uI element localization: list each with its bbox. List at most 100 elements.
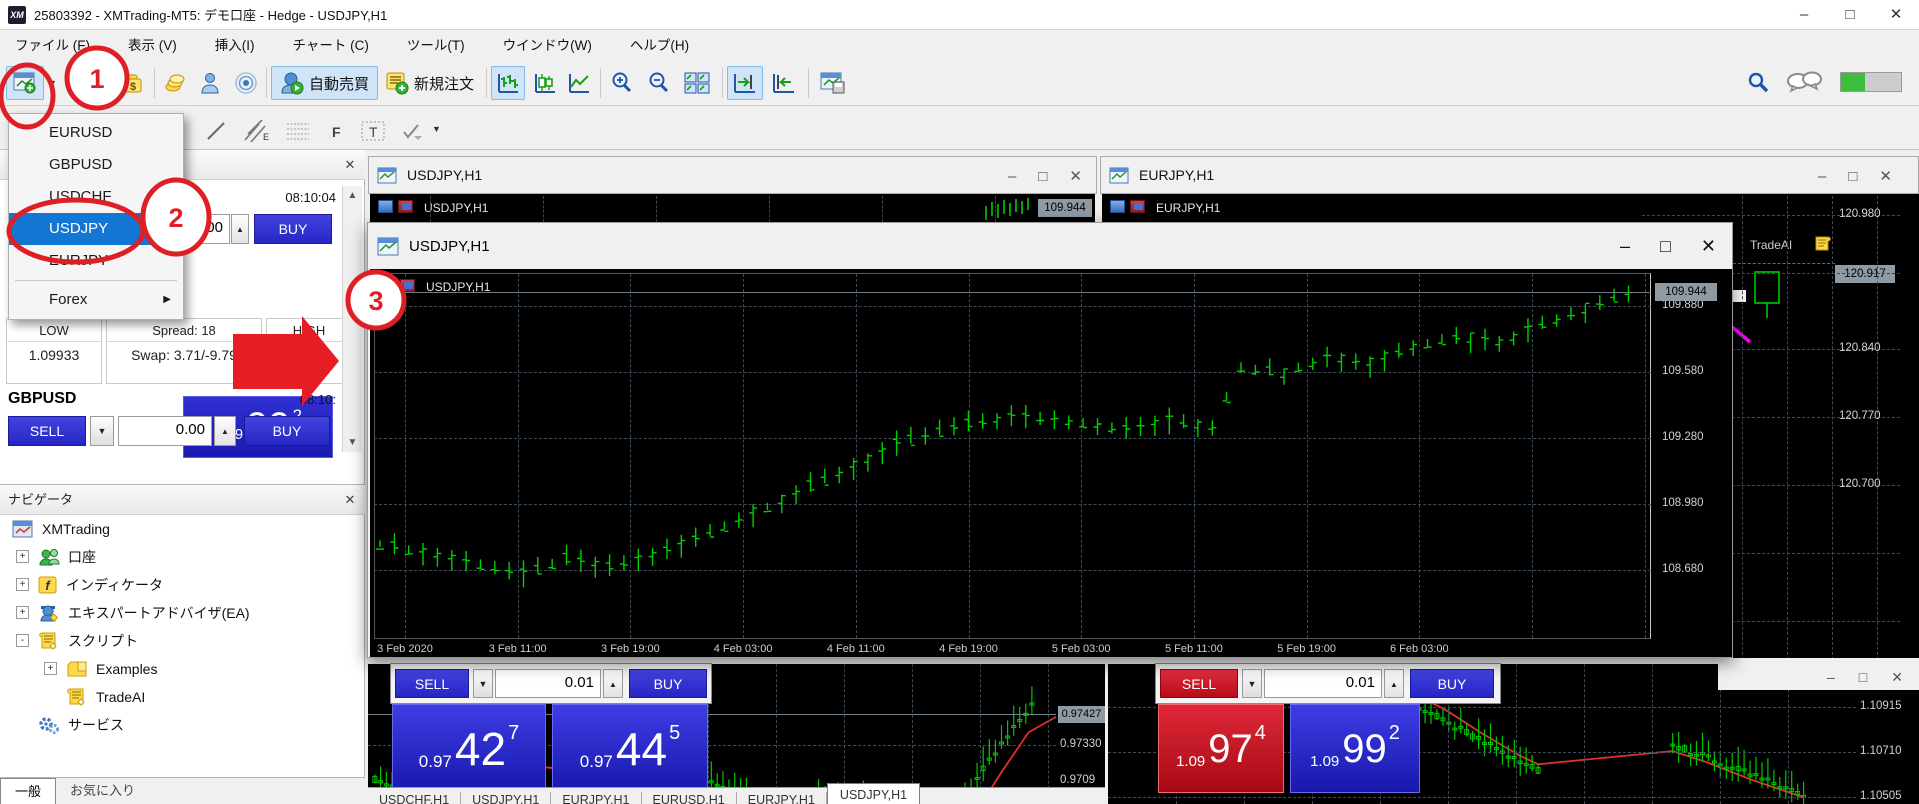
- grid-tool-button[interactable]: [280, 114, 316, 148]
- save-chart-icon[interactable]: [1130, 200, 1145, 213]
- maximize-icon[interactable]: □: [1827, 0, 1873, 30]
- maximize-icon[interactable]: □: [1859, 669, 1867, 685]
- menu-item[interactable]: チャート (C): [293, 34, 369, 54]
- tree-expander-icon[interactable]: +: [16, 550, 29, 563]
- community-button[interactable]: [194, 66, 226, 100]
- text-tool-button[interactable]: T: [356, 114, 390, 148]
- volume-input[interactable]: 0.01: [1264, 669, 1382, 698]
- new-chart-button[interactable]: [6, 66, 44, 100]
- minimize-icon[interactable]: –: [1818, 168, 1826, 185]
- signals-button[interactable]: [229, 66, 263, 100]
- menu-item[interactable]: ウインドウ(W): [503, 34, 592, 54]
- close-icon[interactable]: ✕: [1879, 167, 1892, 185]
- tile-windows-button[interactable]: [679, 66, 715, 100]
- candlestick-mode-button[interactable]: [528, 66, 562, 100]
- tree-expander-icon[interactable]: +: [16, 578, 29, 591]
- navigator-tab[interactable]: お気に入り: [56, 778, 149, 804]
- sell-price-display[interactable]: 1.09974: [1158, 704, 1284, 793]
- volume-input[interactable]: 0.00: [118, 416, 212, 446]
- volume-up-stepper[interactable]: ▲: [1384, 669, 1404, 698]
- navigator-item--ea-[interactable]: エキスパートアドバイザ(EA): [38, 599, 378, 627]
- scroll-up-icon[interactable]: ▲: [343, 186, 362, 201]
- symbol-menu-item[interactable]: EURJPY: [9, 245, 183, 277]
- new-chart-dropdown-caret[interactable]: ▼: [48, 78, 57, 88]
- close-icon[interactable]: ✕: [1873, 0, 1919, 30]
- buy-button[interactable]: BUY: [254, 214, 332, 244]
- profile-button[interactable]: [62, 66, 98, 100]
- chat-button[interactable]: [1784, 66, 1824, 100]
- autotrade-button[interactable]: 自動売買: [271, 66, 378, 100]
- objects-tool-button[interactable]: [395, 114, 429, 148]
- market-watch-close-icon[interactable]: ✕: [341, 150, 359, 180]
- buy-button[interactable]: BUY: [629, 669, 707, 698]
- minimize-icon[interactable]: –: [1620, 236, 1630, 257]
- sell-button[interactable]: SELL: [395, 669, 469, 698]
- symbol-menu-item[interactable]: GBPUSD: [9, 149, 183, 181]
- history-center-button[interactable]: [159, 66, 191, 100]
- menu-item[interactable]: ツール(T): [407, 34, 465, 54]
- sell-price-display[interactable]: 0.97427: [392, 704, 546, 793]
- buy-price-display[interactable]: 1.09992: [1290, 704, 1420, 793]
- save-chart-icon[interactable]: [400, 279, 415, 292]
- tree-expander-icon[interactable]: +: [44, 662, 57, 675]
- new-order-button[interactable]: 新規注文: [376, 66, 483, 100]
- floating-window-titlebar[interactable]: USDJPY,H1 –□✕: [368, 223, 1732, 269]
- scroll-down-icon[interactable]: ▼: [343, 437, 362, 448]
- docked-eurjpy-window-titlebar[interactable]: EURJPY,H1 –□✕: [1100, 156, 1919, 194]
- menu-item[interactable]: ヘルプ(H): [630, 34, 689, 54]
- symbol-menu-forex[interactable]: Forex▶: [9, 284, 183, 316]
- line-chart-mode-button[interactable]: [562, 66, 596, 100]
- minimize-icon[interactable]: –: [1781, 0, 1827, 30]
- depth-of-market-icon[interactable]: [1110, 200, 1125, 213]
- minimize-icon[interactable]: –: [1827, 669, 1835, 685]
- save-chart-icon[interactable]: [398, 200, 413, 213]
- tree-expander-icon[interactable]: +: [16, 606, 29, 619]
- chart-tab[interactable]: USDJPY,H1: [461, 792, 551, 804]
- chart-tab[interactable]: USDJPY,H1: [827, 783, 920, 804]
- fibonacci-tool-button[interactable]: F: [322, 114, 352, 148]
- channel-tool-button[interactable]: E: [238, 114, 274, 148]
- depth-of-market-icon[interactable]: [378, 200, 393, 213]
- close-icon[interactable]: ✕: [1701, 236, 1716, 257]
- navigator-item-tradeai[interactable]: TradeAI: [66, 683, 406, 711]
- chart-tab[interactable]: EURJPY,H1: [737, 792, 827, 804]
- menu-item[interactable]: ファイル (F): [15, 34, 90, 54]
- navigator-item-xmtrading[interactable]: XMTrading: [12, 515, 352, 543]
- depth-of-market-icon[interactable]: [380, 279, 395, 292]
- navigator-item--[interactable]: 口座: [38, 543, 378, 571]
- minimize-icon[interactable]: –: [1008, 168, 1016, 185]
- navigator-item--[interactable]: fインディケータ: [38, 571, 378, 599]
- volume-input[interactable]: 0.01: [495, 669, 601, 698]
- symbol-menu-item[interactable]: USDJPY: [9, 213, 183, 245]
- menu-item[interactable]: 挿入(I): [215, 34, 255, 54]
- volume-up-stepper[interactable]: ▲: [603, 669, 623, 698]
- close-icon[interactable]: ✕: [1891, 669, 1903, 686]
- navigator-item--[interactable]: サービス: [38, 711, 378, 739]
- zoom-out-button[interactable]: [642, 66, 676, 100]
- chart-tab[interactable]: EURJPY,H1: [551, 792, 641, 804]
- volume-up-stepper[interactable]: ▲: [231, 214, 249, 244]
- profile-dropdown-caret[interactable]: ▼: [101, 78, 110, 88]
- maximize-icon[interactable]: □: [1038, 168, 1047, 185]
- navigator-close-icon[interactable]: ✕: [341, 485, 359, 515]
- chart-tab[interactable]: USDCHF,H1: [368, 792, 461, 804]
- volume-dropdown[interactable]: ▼: [1242, 669, 1262, 698]
- symbol-menu-item[interactable]: USDCHF: [9, 181, 183, 213]
- volume-dropdown[interactable]: ▼: [473, 669, 493, 698]
- buy-button[interactable]: BUY: [244, 416, 330, 446]
- chart-shift-button[interactable]: [766, 66, 802, 100]
- maximize-icon[interactable]: □: [1660, 236, 1671, 257]
- zoom-in-button[interactable]: [605, 66, 639, 100]
- market-watch-scrollbar[interactable]: ▲ ▼: [342, 186, 362, 452]
- profiles-button[interactable]: $: [113, 66, 149, 100]
- sell-button[interactable]: SELL: [1160, 669, 1238, 698]
- docked-usdjpy-window-titlebar[interactable]: USDJPY,H1 –□✕: [368, 156, 1097, 194]
- floating-usdjpy-window[interactable]: USDJPY,H1 –□✕ 109.880109.580109.280108.9…: [367, 222, 1733, 658]
- search-button[interactable]: [1742, 66, 1774, 100]
- tree-expander-icon[interactable]: -: [16, 634, 29, 647]
- menu-item[interactable]: 表示 (V): [128, 34, 177, 54]
- buy-price-display[interactable]: 0.97445: [552, 704, 708, 793]
- trendline-tool-button[interactable]: [200, 114, 232, 148]
- navigator-item--[interactable]: スクリプト: [38, 627, 378, 655]
- navigator-item-examples[interactable]: Examples: [66, 655, 406, 683]
